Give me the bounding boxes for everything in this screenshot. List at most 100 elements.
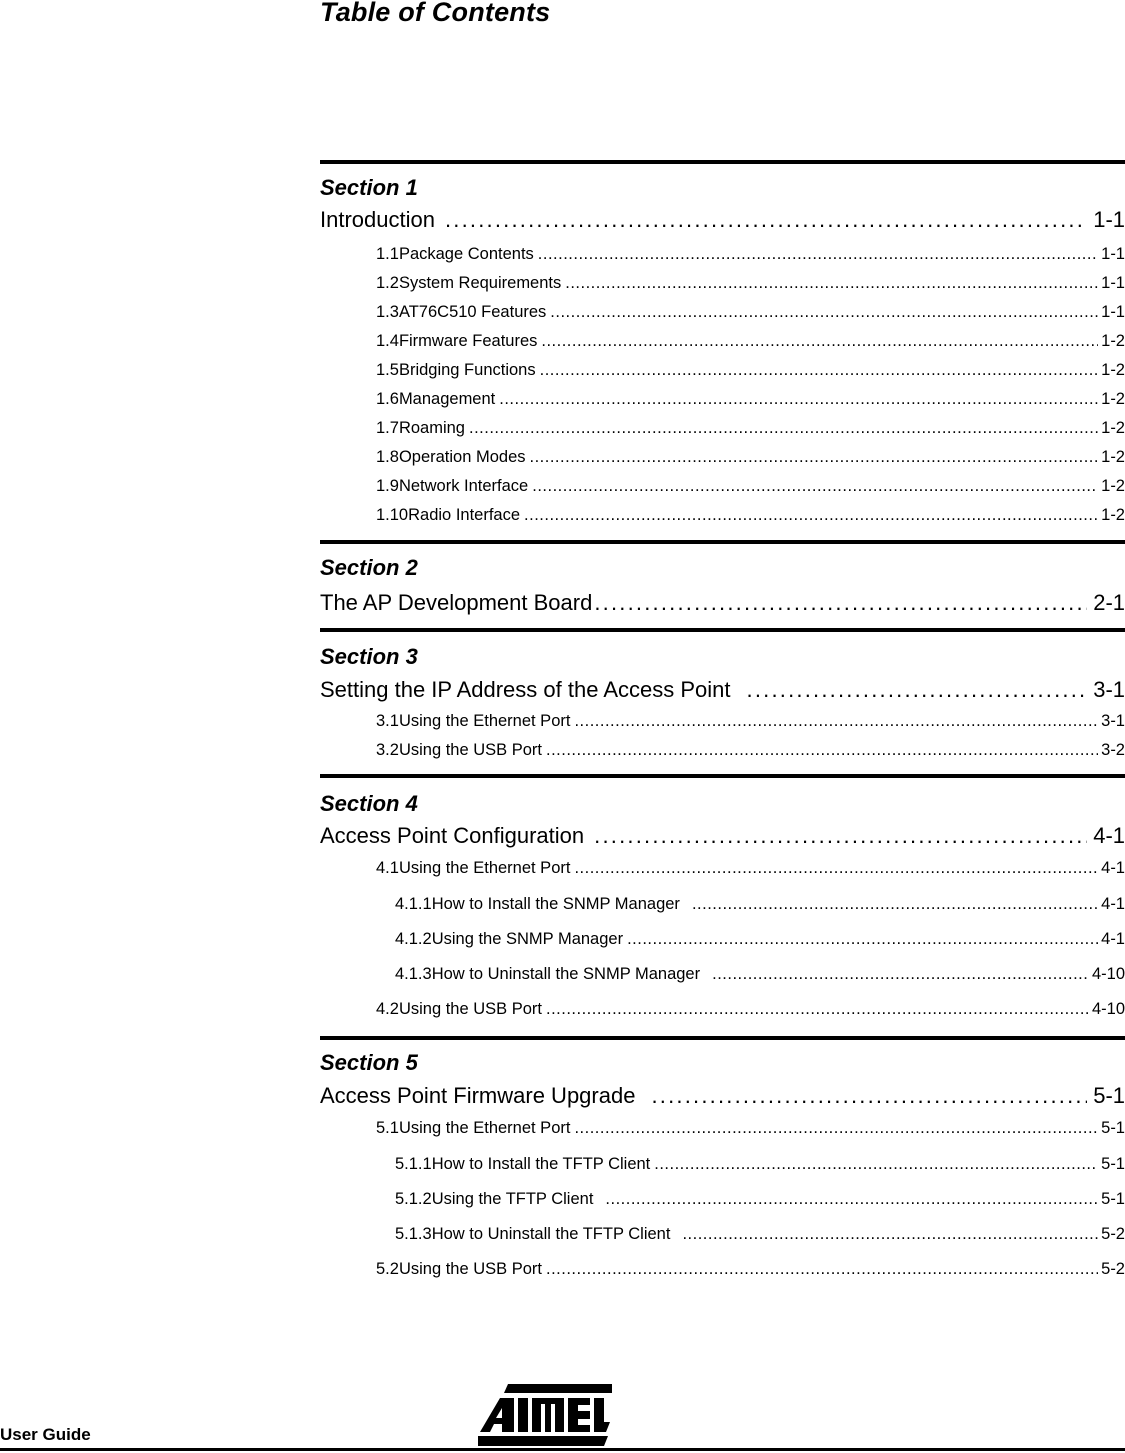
toc-entry[interactable]: 5.1.2 Using the TFTP Client 5-1 [395, 1189, 1125, 1209]
entry-title: Roaming [398, 419, 465, 437]
entry-title: Using the USB Port [398, 741, 542, 759]
entry-number: 1.6 [376, 390, 399, 408]
entry-title: AT76C510 Features [398, 303, 547, 321]
dot-leader [524, 505, 1098, 525]
section-divider [320, 160, 1125, 164]
entry-number: 4.1.2 [395, 930, 432, 948]
toc-entry[interactable]: 1.9 Network Interface 1-2 [376, 476, 1125, 496]
entry-page: 4-10 [1091, 965, 1125, 983]
entry-page: 3-2 [1101, 741, 1125, 759]
entry-title: Radio Interface [408, 506, 521, 524]
entry-number: 5.1.3 [395, 1225, 432, 1243]
entry-title: Management [398, 390, 496, 408]
toc-entry[interactable]: 4.1.1 How to Install the SNMP Manager 4-… [395, 894, 1125, 914]
section-label: Section 2 [320, 555, 418, 580]
logo-letter-t [518, 1398, 528, 1432]
dot-leader [540, 360, 1099, 380]
toc-entry[interactable]: 4.2 Using the USB Port 4-10 [376, 999, 1125, 1019]
entry-page: 1-1 [1093, 207, 1125, 232]
dot-leader [546, 999, 1089, 1019]
dot-leader [692, 894, 1098, 914]
section-divider [320, 1036, 1125, 1040]
dot-leader [445, 207, 1087, 233]
dot-leader [627, 929, 1098, 949]
entry-page: 5-2 [1101, 1225, 1125, 1243]
entry-page: 1-2 [1101, 332, 1125, 350]
toc-entry[interactable]: 4.1.2 Using the SNMP Manager 4-1 [395, 929, 1125, 949]
entry-title: How to Install the SNMP Manager [431, 895, 680, 913]
dot-leader [574, 858, 1098, 878]
logo-top-bar [504, 1384, 612, 1393]
section-label: Section 1 [320, 175, 418, 200]
atmel-logo [478, 1384, 612, 1446]
toc-entry[interactable]: 5.1.1 How to Install the TFTP Client 5-1 [395, 1154, 1125, 1174]
entry-page: 1-2 [1101, 448, 1125, 466]
logo-bottom-bar [478, 1436, 608, 1446]
entry-title: Firmware Features [398, 332, 538, 350]
toc-entry[interactable]: 3.1 Using the Ethernet Port 3-1 [376, 711, 1125, 731]
entry-page: 5-2 [1101, 1260, 1125, 1278]
entry-number: 1.5 [376, 361, 399, 379]
footer-label: User Guide [0, 1425, 91, 1444]
entry-page: 1-2 [1101, 506, 1125, 524]
toc-entry-setting-ip-address[interactable]: Setting the IP Address of the Access Poi… [320, 677, 1125, 703]
toc-entry-firmware-upgrade[interactable]: Access Point Firmware Upgrade 5-1 [320, 1083, 1125, 1109]
toc-entry-introduction[interactable]: Introduction 1-1 [320, 207, 1125, 233]
entry-title: How to Uninstall the TFTP Client [431, 1225, 671, 1243]
entry-title: Introduction [320, 207, 435, 232]
entry-number: 4.1 [376, 859, 399, 877]
dot-leader [594, 823, 1087, 849]
entry-number: 3.1 [376, 712, 399, 730]
toc-entry[interactable]: 1.8 Operation Modes 1-2 [376, 447, 1125, 467]
footer-divider [0, 1448, 1125, 1451]
entry-title: Using the SNMP Manager [431, 930, 624, 948]
entry-number: 5.1.2 [395, 1190, 432, 1208]
dot-leader [747, 677, 1088, 703]
section-label: Section 3 [320, 644, 418, 669]
section-label: Section 5 [320, 1050, 418, 1075]
toc-entry[interactable]: 1.5 Bridging Functions 1-2 [376, 360, 1125, 380]
toc-entry[interactable]: 1.2 System Requirements 1-1 [376, 273, 1125, 293]
entry-page: 1-2 [1101, 390, 1125, 408]
toc-entry[interactable]: 1.3 AT76C510 Features 1-1 [376, 302, 1125, 322]
entry-title: Package Contents [398, 245, 534, 263]
dot-leader [532, 476, 1098, 496]
entry-title: Network Interface [398, 477, 529, 495]
dot-leader [605, 1189, 1098, 1209]
dot-leader [574, 711, 1098, 731]
entry-title: Bridging Functions [398, 361, 536, 379]
toc-entry-access-point-configuration[interactable]: Access Point Configuration 4-1 [320, 823, 1125, 849]
entry-number: 5.1.1 [395, 1155, 432, 1173]
dot-leader [654, 1154, 1098, 1174]
entry-page: 4-1 [1101, 859, 1125, 877]
entry-number: 4.2 [376, 1000, 399, 1018]
toc-entry[interactable]: 1.6 Management 1-2 [376, 389, 1125, 409]
entry-page: 2-1 [1093, 590, 1125, 615]
dot-leader [499, 389, 1098, 409]
entry-page: 5-1 [1093, 1083, 1125, 1108]
toc-entry[interactable]: 1.7 Roaming 1-2 [376, 418, 1125, 438]
entry-number: 5.1 [376, 1119, 399, 1137]
entry-number: 4.1.3 [395, 965, 432, 983]
entry-page: 1-1 [1101, 303, 1125, 321]
toc-entry[interactable]: 5.1 Using the Ethernet Port 5-1 [376, 1118, 1125, 1138]
toc-entry[interactable]: 5.2 Using the USB Port 5-2 [376, 1259, 1125, 1279]
toc-entry[interactable]: 3.2 Using the USB Port 3-2 [376, 740, 1125, 760]
toc-entry[interactable]: 4.1 Using the Ethernet Port 4-1 [376, 858, 1125, 878]
section-label: Section 4 [320, 791, 418, 816]
logo-letter-m [532, 1398, 564, 1432]
toc-entry[interactable]: 5.1.3 How to Uninstall the TFTP Client 5… [395, 1224, 1125, 1244]
entry-page: 1-2 [1101, 477, 1125, 495]
toc-entry[interactable]: 1.10 Radio Interface 1-2 [376, 505, 1125, 525]
dot-leader [546, 1259, 1098, 1279]
entry-title: How to Uninstall the SNMP Manager [431, 965, 701, 983]
toc-entry[interactable]: 4.1.3 How to Uninstall the SNMP Manager … [395, 964, 1125, 984]
section-divider [320, 628, 1125, 632]
entry-title: The AP Development Board [320, 590, 593, 615]
entry-page: 5-1 [1101, 1155, 1125, 1173]
dot-leader [546, 740, 1098, 760]
toc-entry[interactable]: 1.4 Firmware Features 1-2 [376, 331, 1125, 351]
entry-number: 1.9 [376, 477, 399, 495]
toc-entry[interactable]: 1.1 Package Contents 1-1 [376, 244, 1125, 264]
toc-entry-ap-development-board[interactable]: The AP Development Board 2-1 [320, 590, 1125, 616]
